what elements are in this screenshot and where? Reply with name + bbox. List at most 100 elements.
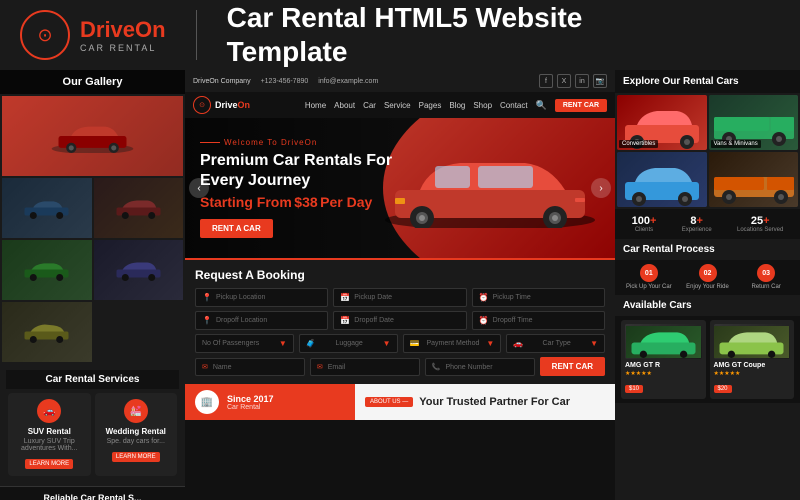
inner-nav-items: Home About Car Service Pages Blog Shop C… (305, 99, 607, 112)
luggage-label: Luggage (336, 340, 363, 347)
center-panel: DriveOn Company +123-456-7890 info@examp… (185, 70, 615, 500)
learn-more-wedding[interactable]: LEARN MORE (112, 452, 160, 462)
submit-row: ✉ Name ✉ Email 📞 Phone Number RENT CAR (195, 357, 605, 376)
suv-title: SUV Rental (12, 427, 87, 436)
about-section: ABOUT US — Your Trusted Partner For Car (355, 384, 615, 420)
gallery-item (2, 240, 92, 300)
van-label: Vans & Minivans (711, 140, 761, 148)
loc-label: Locations Served (737, 227, 783, 233)
luggage-icon: 🧳 (306, 339, 316, 348)
avail-car-amg: AMG GT R ★★★★★ $10 (621, 320, 706, 399)
logo-name: DriveOn (80, 17, 166, 43)
hero-title: Premium Car Rentals For Every Journey (200, 151, 420, 189)
about-title: Your Trusted Partner For Car (419, 396, 570, 408)
nav-blog[interactable]: Blog (449, 101, 465, 110)
amg-img (625, 324, 702, 359)
gallery-image (2, 302, 92, 362)
left-panel: Our Gallery (0, 70, 185, 500)
reliable-section: Reliable Car Rental S... 🚗 Wide Vehicle … (0, 486, 185, 500)
form-row-2: 📍 Dropoff Location 📅 Dropoff Date ⏰ Drop… (195, 311, 605, 330)
rental-process-title: Car Rental Process (615, 239, 800, 260)
linkedin-icon[interactable]: in (575, 74, 589, 88)
calendar-icon: 📅 (340, 293, 350, 302)
car-thumbnails: Convertibles Vans & Minivans (615, 93, 800, 209)
hero-content: Welcome To DriveOn Premium Car Rentals F… (200, 138, 420, 237)
car-type-label: Car Type (543, 340, 571, 347)
dropoff-date-field[interactable]: 📅 Dropoff Date (333, 311, 466, 330)
instagram-icon[interactable]: 📷 (593, 74, 607, 88)
step-3-num: 03 (757, 264, 775, 282)
step-2-label: Enjoy Your Ride (680, 284, 736, 291)
gallery-grid (0, 94, 185, 364)
coupe-price: $20 (714, 385, 732, 393)
payment-icon: 💳 (410, 339, 420, 348)
dropoff-location-label: Dropoff Location (216, 317, 267, 324)
hero-section: Welcome To DriveOn Premium Car Rentals F… (185, 118, 615, 258)
available-cars-title: Available Cars (615, 295, 800, 316)
inner-navbar: DriveOn Company +123-456-7890 info@examp… (185, 70, 615, 92)
services-title: Car Rental Services (6, 370, 179, 389)
form-row-1: 📍 Pickup Location 📅 Pickup Date ⏰ Pickup… (195, 288, 605, 307)
nav-pages[interactable]: Pages (419, 101, 442, 110)
since-icon: 🏢 (195, 390, 219, 414)
service-cards: 🚗 SUV Rental Luxury SUV Trip adventures … (6, 389, 179, 480)
step-3: 03 Return Car (738, 264, 794, 291)
luggage-select[interactable]: 🧳 Luggage ▼ (299, 334, 398, 353)
nav-about[interactable]: About (334, 101, 355, 110)
pickup-location-label: Pickup Location (216, 294, 265, 301)
clock-icon: ⏰ (479, 293, 489, 302)
hero-price: Starting From $38 Per Day (200, 194, 420, 210)
phone-number: +123-456-7890 (261, 78, 309, 85)
twitter-icon[interactable]: X (557, 74, 571, 88)
location-icon: 📍 (202, 293, 212, 302)
coupe-name: AMG GT Coupe (714, 362, 791, 369)
nav-service[interactable]: Service (384, 101, 411, 110)
clients-num: 100+ (632, 215, 657, 227)
nav-car[interactable]: Car (363, 101, 376, 110)
facebook-icon[interactable]: f (539, 74, 553, 88)
car-type-select[interactable]: 🚗 Car Type ▼ (506, 334, 605, 353)
services-section: Car Rental Services 🚗 SUV Rental Luxury … (0, 364, 185, 486)
exp-num: 8+ (682, 215, 712, 227)
passengers-select[interactable]: No Of Passengers ▼ (195, 334, 294, 353)
dropoff-time-field[interactable]: ⏰ Dropoff Time (472, 311, 605, 330)
search-icon[interactable]: 🔍 (536, 100, 547, 111)
inner-main-nav: ⊙ DriveOn Home About Car Service Pages B… (185, 92, 615, 118)
name-field[interactable]: ✉ Name (195, 358, 305, 376)
about-badge: ABOUT US — (365, 397, 413, 407)
service-card-suv: 🚗 SUV Rental Luxury SUV Trip adventures … (8, 393, 91, 476)
dropoff-location-field[interactable]: 📍 Dropoff Location (195, 311, 328, 330)
hero-welcome: Welcome To DriveOn (200, 138, 420, 147)
rent-car-button[interactable]: RENT CAR (555, 99, 607, 112)
payment-select[interactable]: 💳 Payment Method ▼ (403, 334, 502, 353)
pickup-time-field[interactable]: ⏰ Pickup Time (472, 288, 605, 307)
top-header: ⊙ DriveOn CAR RENTAL Car Rental HTML5 We… (0, 0, 800, 70)
clients-label: Clients (632, 227, 657, 233)
submit-button[interactable]: RENT CAR (540, 357, 605, 376)
pickup-date-label: Pickup Date (354, 294, 392, 301)
pickup-location-field[interactable]: 📍 Pickup Location (195, 288, 328, 307)
avail-car-coupe: AMG GT Coupe ★★★★★ $20 (710, 320, 795, 399)
dropoff-clock-icon: ⏰ (479, 316, 489, 325)
rent-car-hero-btn[interactable]: RENT A CAR (200, 219, 273, 238)
dropoff-cal-icon: 📅 (340, 316, 350, 325)
phone-label: Phone Number (445, 364, 492, 371)
name-label: Name (213, 364, 232, 371)
inner-logo: ⊙ DriveOn (193, 96, 250, 114)
gallery-image (94, 178, 184, 238)
pickup-date-field[interactable]: 📅 Pickup Date (333, 288, 466, 307)
phone-field[interactable]: 📞 Phone Number (425, 358, 535, 376)
payment-label: Payment Method (426, 340, 479, 347)
amg-price: $10 (625, 385, 643, 393)
loc-num: 25+ (737, 215, 783, 227)
available-cars-grid: AMG GT R ★★★★★ $10 AMG GT Coupe ★★★★★ $2… (615, 316, 800, 403)
gallery-image-large (2, 96, 183, 176)
nav-shop[interactable]: Shop (473, 101, 492, 110)
process-steps: 01 Pick Up Your Car 02 Enjoy Your Ride 0… (615, 260, 800, 295)
learn-more-suv[interactable]: LEARN MORE (25, 459, 73, 469)
since-year: Since 2017 (227, 394, 274, 404)
payment-chevron: ▼ (486, 339, 494, 348)
nav-home[interactable]: Home (305, 101, 326, 110)
nav-contact[interactable]: Contact (500, 101, 528, 110)
email-field[interactable]: ✉ Email (310, 358, 420, 376)
